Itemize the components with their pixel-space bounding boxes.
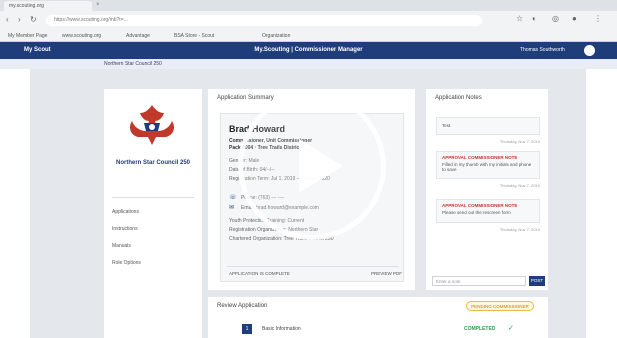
- close-tab-icon[interactable]: ×: [96, 2, 100, 8]
- forward-icon[interactable]: ›: [18, 15, 21, 24]
- sidebar-item-role-options[interactable]: Role Options: [112, 260, 141, 277]
- note-item: APPROVAL COMMISSIONER NOTE Filled in my …: [436, 151, 540, 179]
- application-status: APPLICATION IS COMPLETE: [229, 271, 290, 276]
- divider: [112, 197, 194, 198]
- note-item: APPROVAL COMMISSIONER NOTE Please send o…: [436, 199, 540, 223]
- step-label[interactable]: Basic Information: [262, 326, 301, 332]
- review-header: Review Application: [217, 303, 268, 309]
- note-message: Please send out the rescreen form: [442, 210, 511, 215]
- avatar[interactable]: [584, 45, 595, 56]
- browser-tab[interactable]: my.scouting.org: [4, 1, 92, 11]
- summary-header: Application Summary: [217, 95, 274, 101]
- menu-icon[interactable]: ⋮: [594, 14, 602, 23]
- note-title: APPROVAL COMMISSIONER NOTE: [442, 155, 518, 160]
- breadcrumb[interactable]: Northern Star Council 250: [104, 61, 162, 67]
- bookmark[interactable]: BSA Store - Scout: [174, 33, 214, 39]
- note-date: Thursday, Nov 7, 2019: [499, 139, 540, 144]
- step-status: COMPLETED: [464, 326, 496, 332]
- sidebar-item-manuals[interactable]: Manuals: [112, 243, 141, 260]
- bookmark[interactable]: www.scouting.org: [62, 33, 101, 39]
- notes-header: Application Notes: [435, 95, 482, 101]
- note-item: Test: [436, 117, 540, 135]
- note-message: Filled in my thumb with my initials and …: [442, 162, 532, 172]
- sidebar-nav: Applications Instructions Manuals Role O…: [112, 209, 141, 277]
- star-icon[interactable]: ☆: [516, 14, 523, 23]
- breadcrumb-bar: Northern Star Council 250: [0, 59, 617, 69]
- user-name[interactable]: Thomas Southworth: [520, 47, 565, 53]
- status-badge: PENDING COMMISSIONER: [466, 301, 534, 311]
- extension-icon[interactable]: ◎: [552, 14, 559, 23]
- note-title: APPROVAL COMMISSIONER NOTE: [442, 203, 518, 208]
- extension-icon[interactable]: ◐: [532, 14, 537, 23]
- note-input[interactable]: Enter a note: [432, 276, 526, 286]
- app-header: My Scout My.Scouting | Commissioner Mana…: [0, 42, 617, 59]
- bookmark[interactable]: Advantage: [126, 33, 150, 39]
- tab-title: my.scouting.org: [9, 3, 44, 9]
- divider: [227, 266, 399, 267]
- note-date: Thursday, Nov 7, 2019: [499, 227, 540, 232]
- tab-strip: my.scouting.org ×: [0, 0, 617, 11]
- back-icon[interactable]: ‹: [6, 15, 9, 24]
- url-field[interactable]: https://www.scouting.org/mb?t=...: [46, 15, 482, 26]
- reload-icon[interactable]: ↻: [30, 15, 37, 24]
- email-icon: ✉: [229, 205, 235, 211]
- bookmarks-bar: My Member Page www.scouting.org Advantag…: [0, 30, 617, 42]
- council-sidebar: Northern Star Council 250 Applications I…: [104, 89, 202, 338]
- sidebar-item-applications[interactable]: Applications: [112, 209, 141, 226]
- review-application: Review Application PENDING COMMISSIONER …: [208, 297, 548, 338]
- bookmark[interactable]: My Member Page: [8, 33, 47, 39]
- council-name: Northern Star Council 250: [115, 160, 190, 166]
- address-bar: ‹ › ↻ https://www.scouting.org/mb?t=... …: [0, 11, 617, 30]
- bookmark[interactable]: Organization: [262, 33, 290, 39]
- application-notes: Application Notes Test Thursday, Nov 7, …: [426, 89, 548, 290]
- browser-chrome: my.scouting.org × ‹ › ↻ https://www.scou…: [0, 0, 617, 42]
- note-message: Test: [442, 123, 451, 128]
- video-play-button[interactable]: [238, 92, 386, 240]
- note-date: Thursday, Nov 7, 2019: [499, 183, 540, 188]
- check-icon: ✓: [508, 325, 514, 332]
- post-note-button[interactable]: POST: [529, 276, 545, 286]
- sidebar-item-instructions[interactable]: Instructions: [112, 226, 141, 243]
- play-icon: [299, 139, 343, 193]
- bsa-logo-icon: [130, 105, 174, 145]
- preview-pdf-link[interactable]: PREVIEW PDF: [371, 271, 402, 276]
- step-number: 1: [242, 324, 252, 334]
- phone-icon: ☏: [229, 195, 237, 201]
- profile-icon[interactable]: ●: [572, 14, 577, 23]
